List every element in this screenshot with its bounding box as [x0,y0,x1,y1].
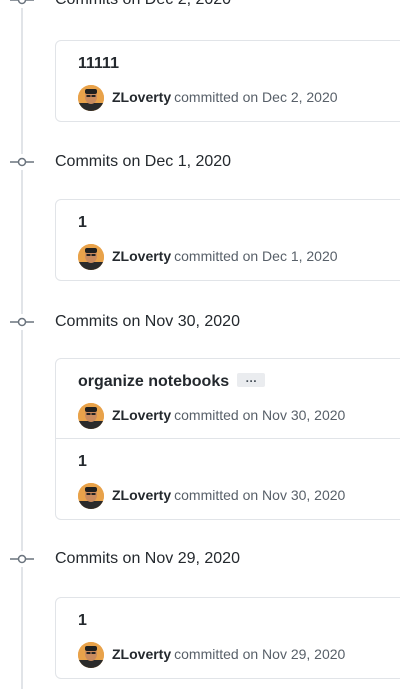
commit-group-title: Commits on Dec 2, 2020 [55,0,231,12]
author-link[interactable]: ZLoverty [112,646,171,662]
commit-message-link[interactable]: 1 [78,610,87,632]
commit-message-line: organize notebooks … [78,371,266,393]
commit-item: 1 ZLoverty committed on Nov 30, 2020 [56,439,400,519]
commit-list: 11111 ZLoverty committed on Dec 2, 2020 [55,40,400,122]
git-commit-icon [10,0,34,8]
commit-date-text: committed on Dec 1, 2020 [174,248,338,264]
commit-author-line: ZLoverty committed on Dec 2, 2020 [112,88,338,106]
commit-group-title: Commits on Nov 30, 2020 [55,313,240,330]
commit-date-text: committed on Nov 29, 2020 [174,646,346,662]
user-avatar[interactable] [78,244,104,270]
author-link[interactable]: ZLoverty [112,248,171,264]
commit-group-header: Commits on Nov 29, 2020 [0,547,400,571]
commit-message-link[interactable]: organize notebooks [78,373,229,390]
author-link[interactable]: ZLoverty [112,407,171,423]
commit-author-line: ZLoverty committed on Nov 30, 2020 [112,406,345,424]
user-avatar[interactable] [78,403,104,429]
commit-list: 1 ZLoverty committed on Dec 1, 2020 [55,199,400,281]
commit-author-line: ZLoverty committed on Nov 30, 2020 [112,486,345,504]
git-commit-icon [10,154,34,170]
commit-group-title: Commits on Dec 1, 2020 [55,153,232,170]
timeline-line [21,0,23,689]
commit-date-text: committed on Nov 30, 2020 [174,407,346,423]
git-commit-icon [10,314,34,330]
author-link[interactable]: ZLoverty [112,89,171,105]
git-commit-icon [10,551,34,567]
commit-item: organize notebooks … ZLoverty committed on… [56,359,400,439]
user-avatar[interactable] [78,483,104,509]
user-avatar[interactable] [78,85,104,111]
commit-timeline: Commits on Dec 2, 2020 11111 ZLovertycom… [0,0,400,689]
author-link[interactable]: ZLoverty [112,487,171,503]
expand-message-button[interactable]: … [237,372,266,387]
commit-group-header: Commits on Dec 1, 2020 [0,150,400,174]
user-avatar[interactable] [78,642,104,668]
commit-group-header: Commits on Nov 30, 2020 [0,310,400,334]
commit-group-header: Commits on Dec 2, 2020 [0,0,400,12]
commit-date-text: committed on Dec 2, 2020 [174,89,338,105]
commit-item: 1 ZLoverty committed on Nov 29, 2020 [56,598,400,678]
commit-item: 1 ZLoverty committed on Dec 1, 2020 [56,200,400,280]
commit-group-title: Commits on Nov 29, 2020 [55,550,240,567]
commit-author-line: ZLoverty committed on Dec 1, 2020 [112,247,338,265]
commit-date-text: committed on Nov 30, 2020 [174,487,346,503]
commit-list: 1 ZLoverty committed on Nov 29, 2020 [55,597,400,679]
commit-message-link[interactable]: 1 [78,212,87,234]
commit-list: organize notebooks… ZLoverty committed on… [55,358,400,520]
commit-item: 11111 ZLoverty committed on Dec 2, 2020 [56,41,400,121]
commit-author-line: ZLoverty committed on Nov 29, 2020 [112,645,345,663]
commit-message-link[interactable]: 1 [78,451,87,473]
commit-message-link[interactable]: 11111 [78,53,119,75]
